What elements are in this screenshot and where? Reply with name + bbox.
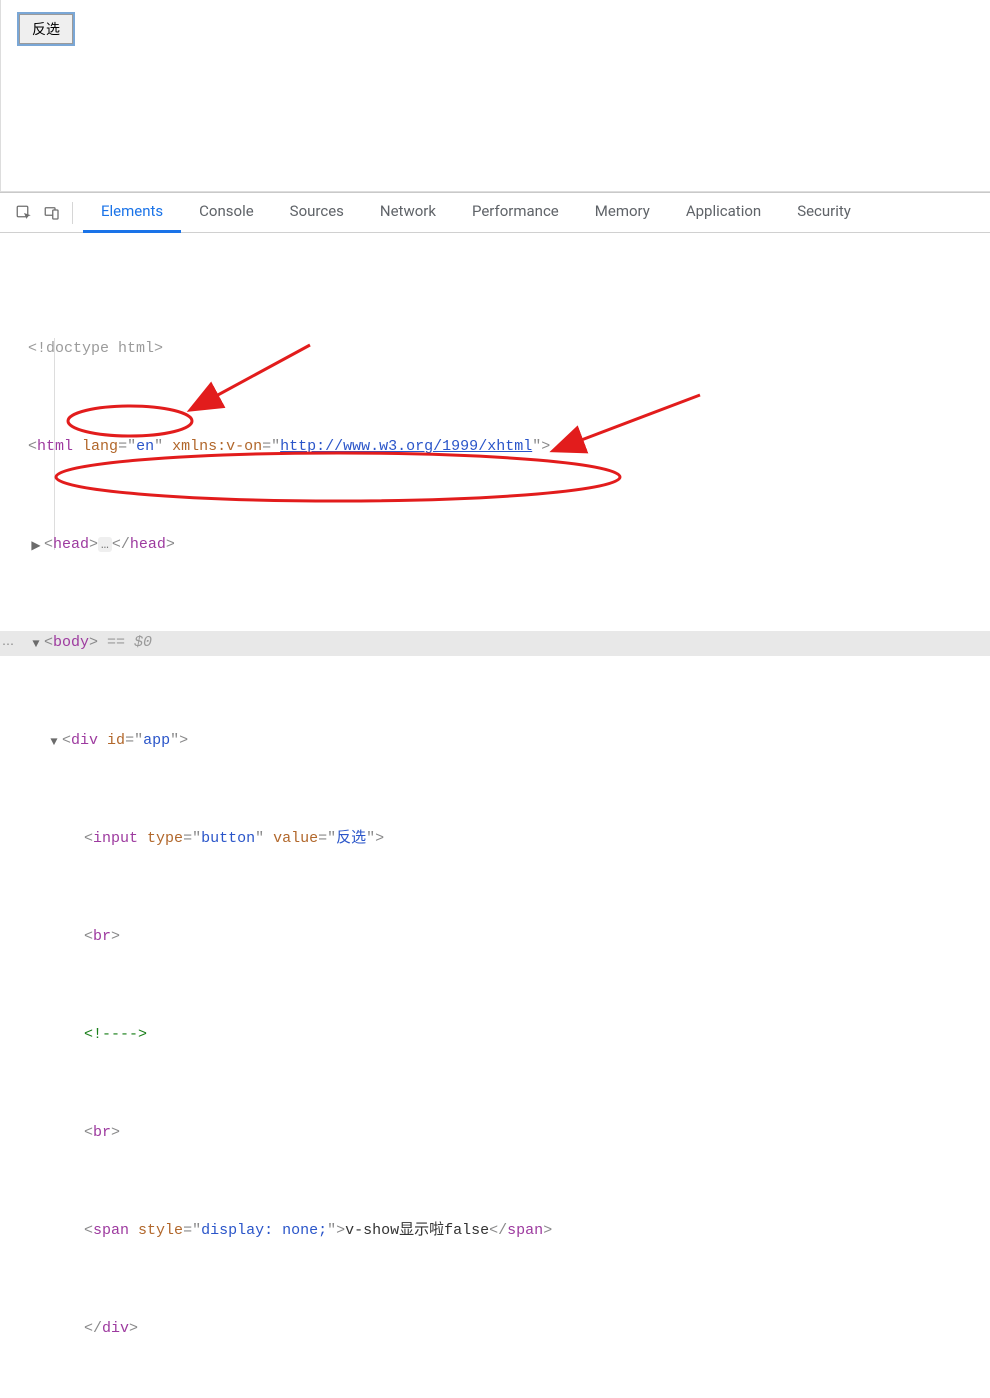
tab-elements[interactable]: Elements	[83, 193, 181, 233]
caret-down-icon[interactable]: ▼	[48, 730, 60, 755]
tab-performance[interactable]: Performance	[454, 193, 577, 233]
dom-div-app-open[interactable]: ▼<div id="app">	[0, 729, 990, 754]
toggle-invert-button[interactable]: 反选	[19, 14, 73, 44]
dom-html-open[interactable]: <html lang="en" xmlns:v-on="http://www.w…	[0, 435, 990, 460]
caret-icon[interactable]: ▶	[30, 534, 42, 559]
selected-dots-icon: ⋯	[0, 633, 16, 658]
tab-security[interactable]: Security	[779, 193, 869, 233]
devtools-toolbar: Elements Console Sources Network Perform…	[0, 193, 990, 233]
caret-down-icon[interactable]: ▼	[30, 632, 42, 657]
dom-div-close[interactable]: </div>	[0, 1317, 990, 1342]
dom-input[interactable]: <input type="button" value="反选">	[0, 827, 990, 852]
tab-memory[interactable]: Memory	[577, 193, 668, 233]
device-toolbar-icon[interactable]	[38, 199, 66, 227]
tab-sources[interactable]: Sources	[272, 193, 362, 233]
toolbar-divider	[72, 202, 73, 224]
rendered-page-area: 反选	[0, 0, 990, 192]
dom-head[interactable]: ▶<head>…</head>	[0, 533, 990, 558]
tab-application[interactable]: Application	[668, 193, 779, 233]
devtools-panel: Elements Console Sources Network Perform…	[0, 192, 990, 699]
inspect-element-icon[interactable]	[10, 199, 38, 227]
dom-br-2[interactable]: <br>	[0, 1121, 990, 1146]
tab-network[interactable]: Network	[362, 193, 454, 233]
dom-tree-panel[interactable]: <!doctype html> <html lang="en" xmlns:v-…	[0, 233, 990, 1398]
tab-console[interactable]: Console	[181, 193, 272, 233]
dom-comment[interactable]: <!---->	[0, 1023, 990, 1048]
dom-doctype[interactable]: <!doctype html>	[0, 337, 990, 362]
dom-br-1[interactable]: <br>	[0, 925, 990, 950]
dom-body-open[interactable]: ⋯▼<body> == $0	[0, 631, 990, 656]
dom-span[interactable]: <span style="display: none;">v-show显示啦fa…	[0, 1219, 990, 1244]
